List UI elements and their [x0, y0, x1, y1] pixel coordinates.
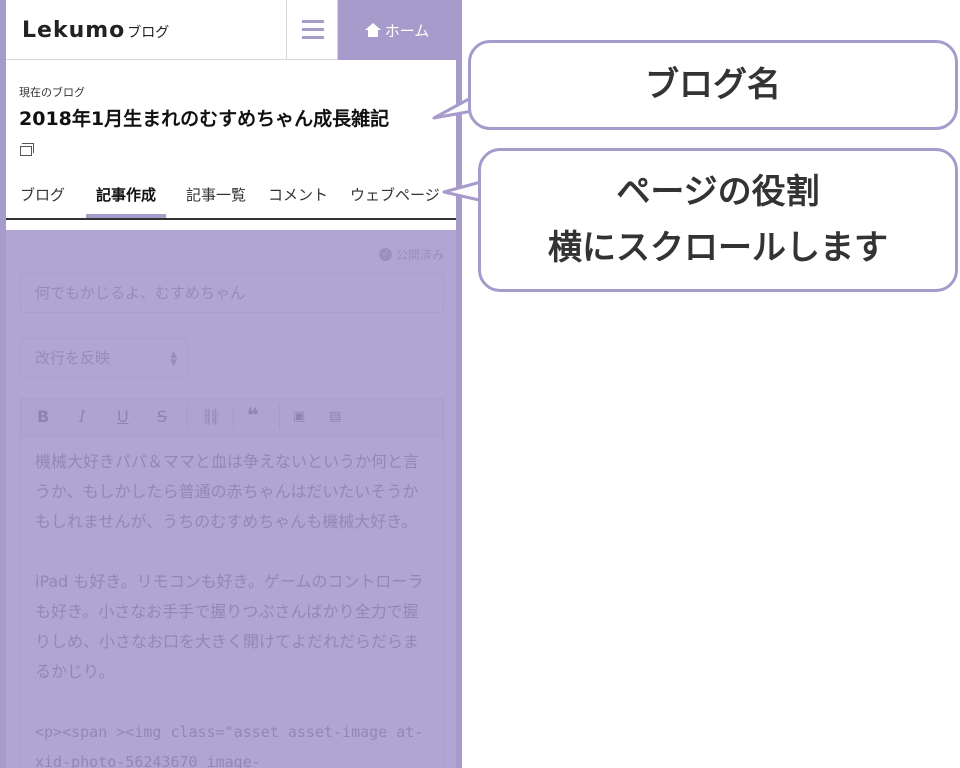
- page-tabs: ブログ 記事作成 記事一覧 コメント ウェブページ: [6, 170, 456, 220]
- tab-blog[interactable]: ブログ: [20, 184, 65, 205]
- italic-button[interactable]: I: [79, 407, 85, 426]
- select-arrows-icon: ▲ ▼: [170, 350, 177, 368]
- body-paragraph: 機械大好きパパ＆ママと血は争えないというか何と言うか、もしかしたら普通の赤ちゃん…: [35, 452, 420, 531]
- tab-new-entry[interactable]: 記事作成: [96, 184, 156, 205]
- toolbar-divider: [233, 405, 234, 429]
- blog-name-callout-text: ブログ名: [645, 65, 781, 105]
- text-format-value: 改行を反映: [35, 349, 111, 367]
- bold-button[interactable]: B: [37, 407, 49, 426]
- phone-screen: Lekumo ブログ ホーム 現在のブログ 2018年1月生まれのむすめちゃん成長…: [0, 0, 462, 768]
- entry-title-input[interactable]: 何でもかじるよ、むすめちゃん: [20, 273, 444, 313]
- current-blog-label: 現在のブログ: [19, 86, 85, 99]
- top-bar: Lekumo ブログ ホーム: [6, 0, 456, 60]
- menu-bar-icon: [302, 20, 324, 23]
- check-circle-icon: ✓: [378, 248, 392, 261]
- tab-webpages[interactable]: ウェブページ: [350, 184, 440, 205]
- editor-toolbar: B I U S ⛓ ❝ ▣ ▤: [20, 398, 444, 436]
- body-paragraph: iPad も好き。リモコンも好き。ゲームのコントローラも好き。小さなお手手で握り…: [35, 572, 424, 681]
- page-role-callout: ページの役割 横にスクロールします: [478, 148, 958, 292]
- quote-icon[interactable]: ❝: [247, 403, 259, 427]
- page-role-callout-line1: ページの役割: [616, 172, 820, 212]
- blog-name-callout: ブログ名: [468, 40, 958, 130]
- link-icon[interactable]: ⛓: [201, 407, 221, 426]
- home-icon: [364, 23, 381, 37]
- logo-sub-text: ブログ: [127, 25, 170, 41]
- toolbar-divider: [187, 405, 188, 429]
- file-icon[interactable]: ▤: [329, 409, 341, 424]
- open-window-icon[interactable]: [20, 143, 34, 156]
- active-tab-indicator: [86, 214, 166, 218]
- home-button-label: ホーム: [384, 21, 430, 40]
- editor-area: ✓ 公開済み 何でもかじるよ、むすめちゃん 改行を反映 ▲ ▼ B I U S ⛓…: [6, 230, 456, 768]
- underline-button[interactable]: U: [117, 407, 129, 426]
- toolbar-divider: [279, 405, 280, 429]
- blog-name[interactable]: 2018年1月生まれのむすめちゃん成長雑記: [19, 104, 389, 131]
- home-button[interactable]: ホーム: [338, 0, 456, 60]
- logo-main-text: Lekumo: [22, 18, 126, 43]
- tab-entry-list[interactable]: 記事一覧: [186, 184, 246, 205]
- lekumo-logo[interactable]: Lekumo ブログ: [22, 18, 169, 43]
- publish-status-label: 公開済み: [395, 248, 444, 262]
- tab-comments[interactable]: コメント: [268, 184, 328, 205]
- entry-body-textarea[interactable]: 機械大好きパパ＆ママと血は争えないというか何と言うか、もしかしたら普通の赤ちゃん…: [20, 436, 444, 768]
- body-html-snippet: <p><span ><img class="asset asset-image …: [35, 723, 424, 768]
- hamburger-menu-button[interactable]: [286, 0, 338, 60]
- image-icon[interactable]: ▣: [293, 409, 305, 424]
- strikethrough-button[interactable]: S: [157, 407, 167, 426]
- publish-status: ✓ 公開済み: [378, 246, 444, 263]
- menu-bar-icon: [302, 36, 324, 39]
- page-role-callout-line2: 横にスクロールします: [548, 228, 888, 268]
- menu-bar-icon: [302, 28, 324, 31]
- current-blog-section: 現在のブログ 2018年1月生まれのむすめちゃん成長雑記: [6, 60, 456, 170]
- text-format-select[interactable]: 改行を反映 ▲ ▼: [20, 338, 188, 378]
